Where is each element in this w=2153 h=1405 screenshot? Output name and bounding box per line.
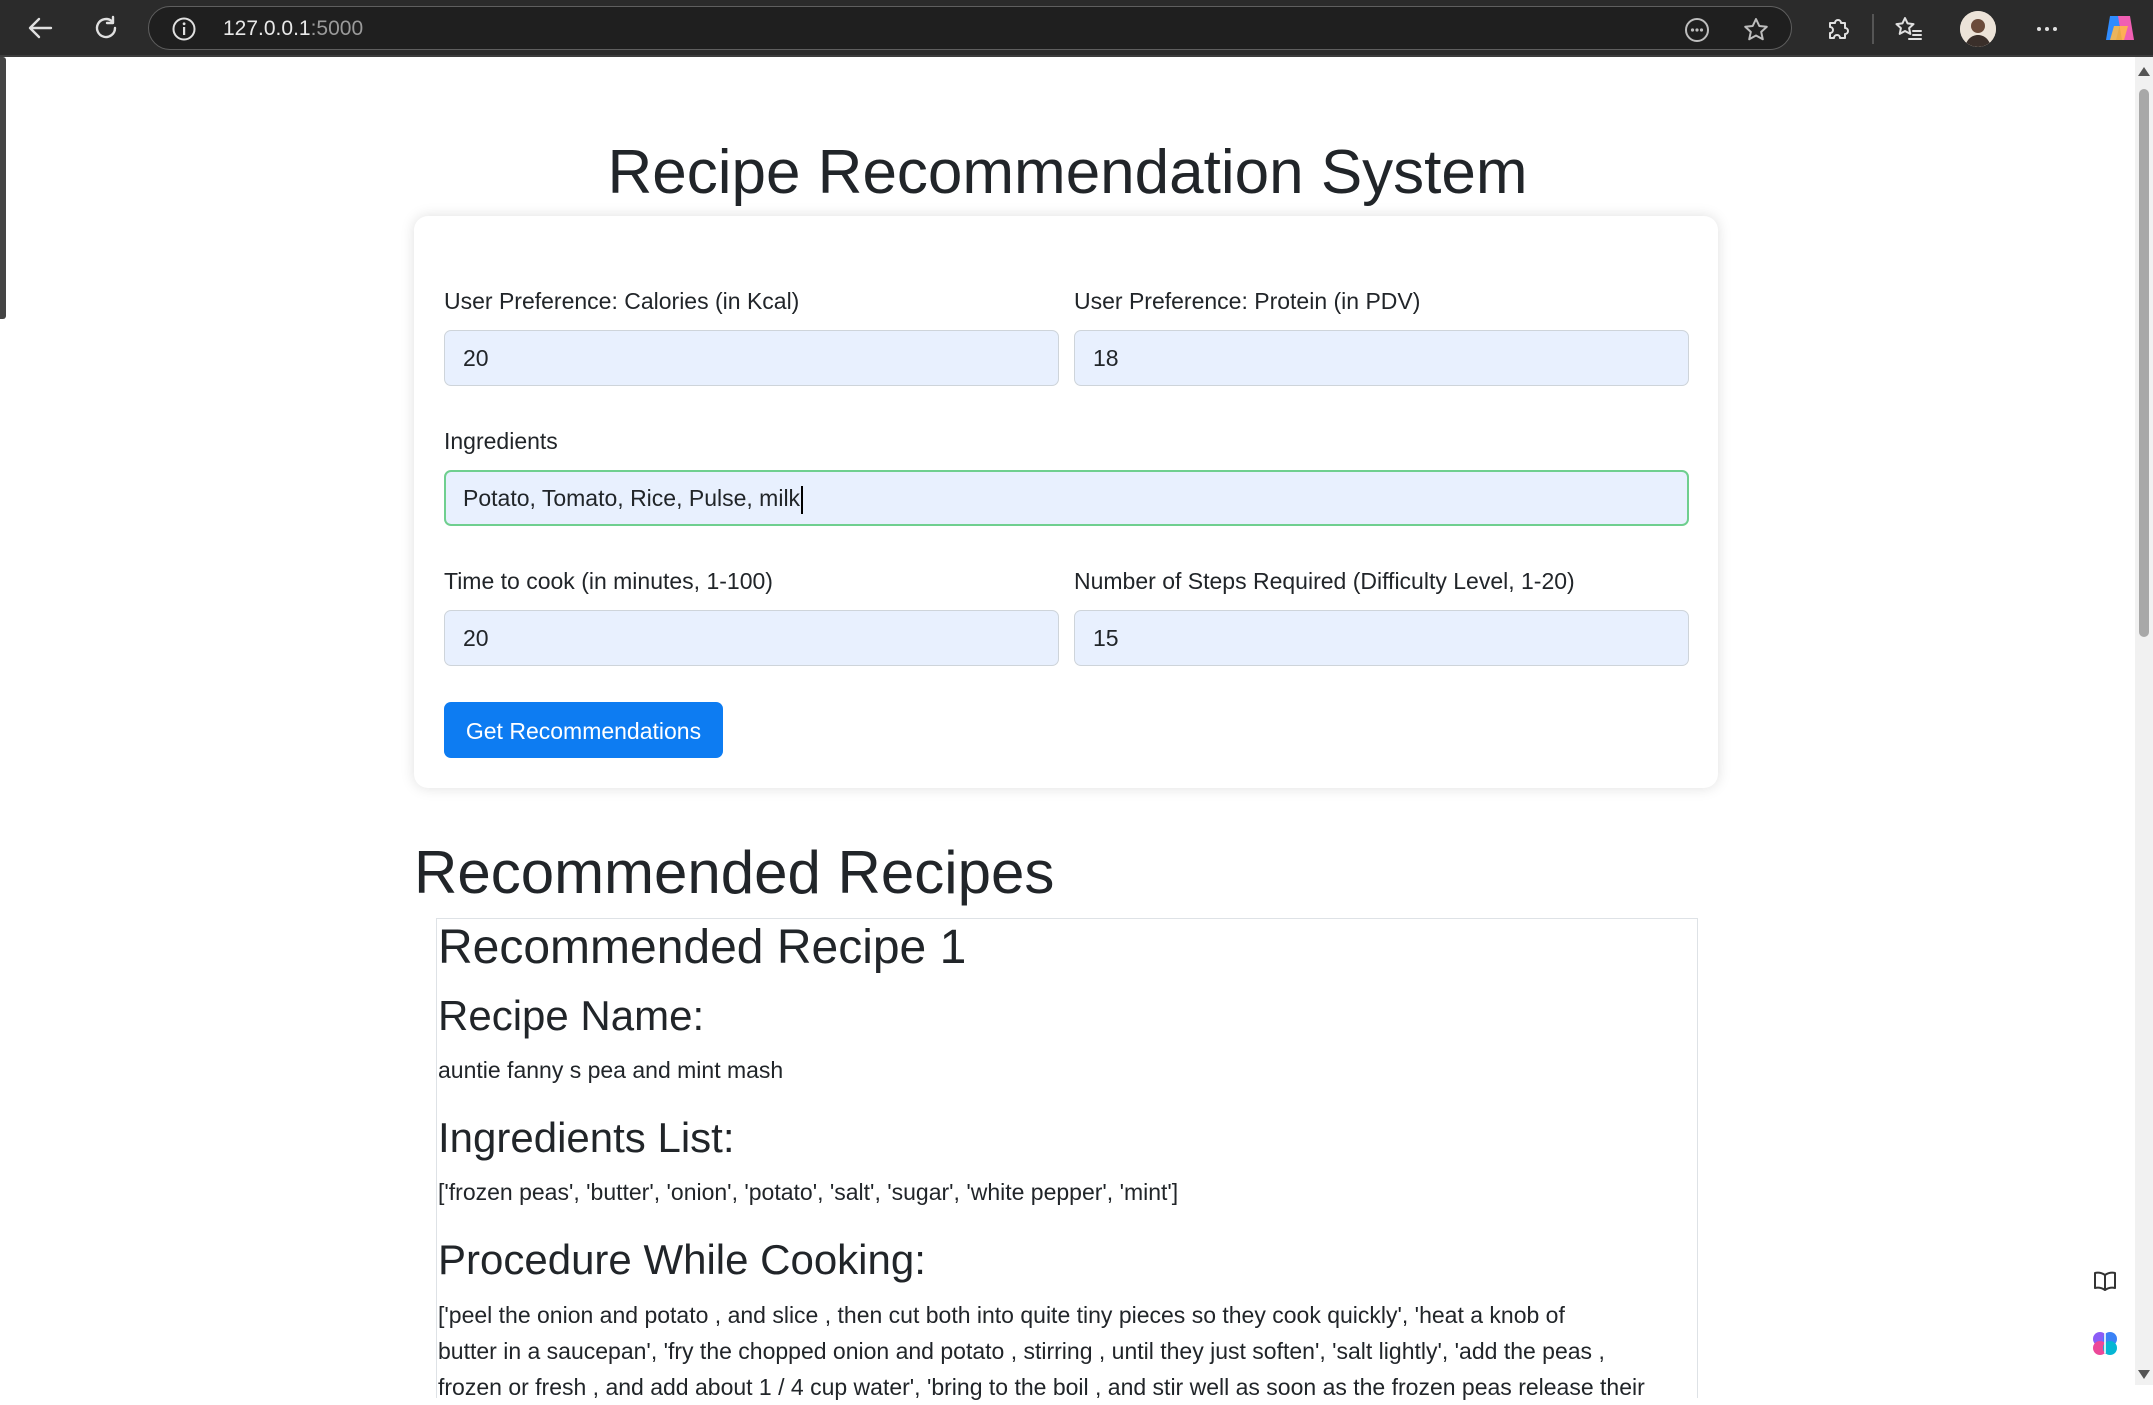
url-port: :5000 bbox=[310, 17, 364, 40]
text-caret bbox=[801, 485, 804, 514]
address-bar[interactable]: 127.0.0.1:5000 bbox=[148, 6, 1792, 50]
steps-label: Number of Steps Required (Difficulty Lev… bbox=[1074, 568, 1575, 594]
address-bar-url[interactable]: 127.0.0.1:5000 bbox=[223, 16, 363, 42]
reload-icon bbox=[95, 15, 117, 39]
steps-input[interactable]: 15 bbox=[1074, 610, 1689, 666]
procedure-line-2: butter in a saucepan', 'fry the chopped … bbox=[438, 1338, 1605, 1364]
page-title: Recipe Recommendation System bbox=[607, 138, 1528, 207]
page-scrollbar[interactable] bbox=[2135, 57, 2153, 1385]
procedure-line-3: frozen or fresh , and add about 1 / 4 cu… bbox=[438, 1374, 1645, 1400]
back-arrow-icon bbox=[28, 17, 53, 39]
ai-assistant-button[interactable] bbox=[2087, 1325, 2123, 1361]
scroll-up-arrow[interactable] bbox=[2138, 67, 2150, 76]
recipe-name-label: Recipe Name: bbox=[438, 992, 705, 1039]
protein-label: User Preference: Protein (in PDV) bbox=[1074, 288, 1421, 314]
favorite-star-icon[interactable] bbox=[1742, 16, 1770, 44]
book-icon bbox=[2094, 1271, 2116, 1291]
procedure-label: Procedure While Cooking: bbox=[438, 1236, 926, 1283]
extensions-icon[interactable] bbox=[1822, 14, 1852, 44]
profile-avatar[interactable] bbox=[1960, 11, 1996, 47]
reload-button[interactable] bbox=[88, 10, 124, 46]
recipe-heading: Recommended Recipe 1 bbox=[438, 921, 967, 974]
procedure-line-1: ['peel the onion and potato , and slice … bbox=[438, 1302, 1565, 1328]
calories-input[interactable]: 20 bbox=[444, 330, 1059, 386]
copilot-icon[interactable] bbox=[2102, 10, 2138, 46]
protein-input[interactable]: 18 bbox=[1074, 330, 1689, 386]
recommended-recipes-heading: Recommended Recipes bbox=[414, 839, 1055, 906]
browser-toolbar: 127.0.0.1:5000 bbox=[0, 0, 2153, 57]
profile-avatar-icon bbox=[1960, 11, 1996, 47]
scrollbar-thumb[interactable] bbox=[2139, 89, 2149, 637]
ingredients-list-label: Ingredients List: bbox=[438, 1114, 735, 1161]
ingredients-list: ['frozen peas', 'butter', 'onion', 'pota… bbox=[438, 1179, 1179, 1205]
recipe-name: auntie fanny s pea and mint mash bbox=[438, 1057, 784, 1083]
brain-icon bbox=[2093, 1332, 2117, 1355]
time-label: Time to cook (in minutes, 1-100) bbox=[444, 568, 773, 594]
time-input[interactable]: 20 bbox=[444, 610, 1059, 666]
get-recommendations-button[interactable]: Get Recommendations bbox=[444, 702, 723, 758]
favorites-icon[interactable] bbox=[1894, 14, 1924, 44]
more-options-icon[interactable] bbox=[2032, 14, 2062, 44]
reader-options-icon[interactable] bbox=[1683, 16, 1711, 44]
site-info-icon[interactable] bbox=[171, 16, 197, 42]
scroll-down-arrow[interactable] bbox=[2138, 1370, 2150, 1379]
reading-view-button[interactable] bbox=[2087, 1263, 2123, 1299]
calories-label: User Preference: Calories (in Kcal) bbox=[444, 288, 800, 314]
ingredients-input-value: Potato, Tomato, Rice, Pulse, milk bbox=[463, 485, 801, 511]
ingredients-input[interactable]: Potato, Tomato, Rice, Pulse, milk bbox=[444, 470, 1689, 526]
url-host: 127.0.0.1 bbox=[223, 17, 311, 40]
toolbar-divider bbox=[1872, 14, 1874, 44]
back-button[interactable] bbox=[22, 10, 58, 46]
ingredients-label: Ingredients bbox=[444, 428, 558, 454]
